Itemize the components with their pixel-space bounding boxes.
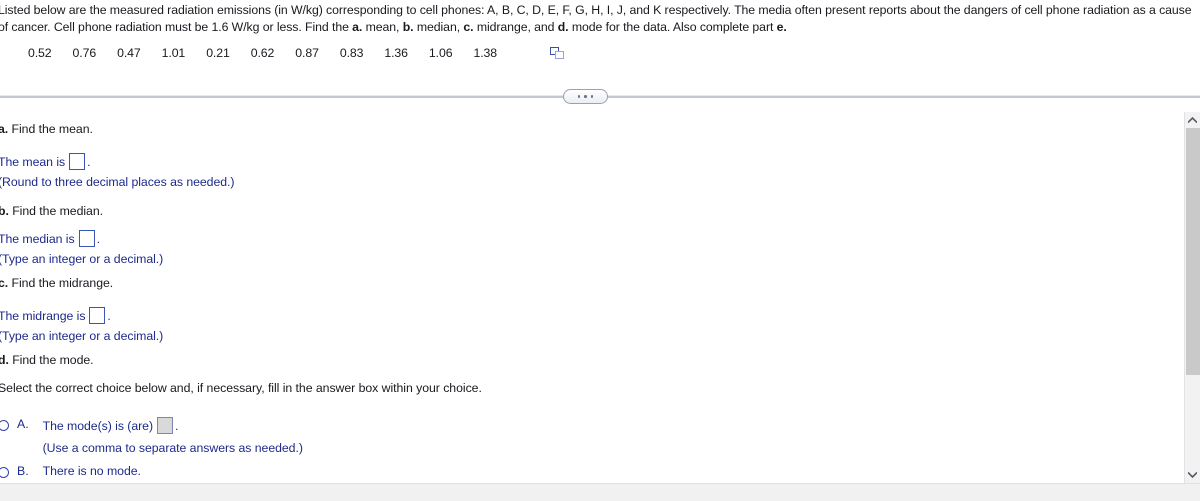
part-e-marker: e. [776, 20, 787, 34]
answer-c-suffix: . [107, 308, 111, 323]
data-value: 0.47 [117, 46, 141, 60]
question-c-prompt: c. Find the midrange. [0, 276, 113, 290]
choice-a-suffix: . [175, 418, 179, 433]
question-pane: a. Find the mean. The mean is . (Round t… [0, 112, 1180, 483]
data-value: 1.06 [428, 46, 453, 60]
answer-c-line: The midrange is . [0, 307, 163, 324]
answer-b-block: The median is . (Type an integer or a de… [0, 230, 163, 266]
problem-header: Listed below are the measured radiation … [0, 0, 1194, 36]
answer-a-block: The mean is . (Round to three decimal pl… [0, 153, 235, 189]
part-d-marker: d. [557, 20, 569, 34]
question-d-text: Find the mode. [8, 353, 94, 367]
chevron-up-icon[interactable] [1185, 112, 1200, 128]
copy-icon-front-square [555, 50, 565, 59]
data-value: 1.36 [384, 46, 408, 60]
section-divider [0, 88, 1200, 108]
answer-b-hint: (Type an integer or a decimal.) [0, 252, 164, 266]
question-b-label: b. [0, 204, 9, 218]
question-b-prompt: b. Find the median. [0, 204, 103, 218]
problem-statement: Listed below are the measured radiation … [0, 2, 1194, 36]
part-d-text: mode for the data. Also complete part [568, 20, 777, 34]
handle-dot [577, 95, 581, 98]
question-a-block: a. Find the mean. [0, 122, 93, 136]
question-b-block: b. Find the median. [0, 204, 103, 218]
handle-dot [590, 95, 594, 98]
question-c-text: Find the midrange. [8, 276, 114, 290]
part-c-text: midrange, and [473, 20, 558, 34]
chevron-down-icon[interactable] [1185, 467, 1200, 483]
choice-b-text: There is no mode. [42, 464, 141, 478]
question-d-instruction-block: Select the correct choice below and, if … [0, 381, 482, 395]
answer-b-line: The median is . [0, 230, 163, 247]
drag-handle-dots-icon[interactable] [563, 89, 608, 104]
choice-a-subtext: (Use a comma to separate answers as need… [42, 441, 303, 455]
question-d-instruction: Select the correct choice below and, if … [0, 381, 482, 395]
question-c-block: c. Find the midrange. [0, 276, 113, 290]
median-answer-input[interactable] [78, 230, 95, 247]
mode-answer-input[interactable] [157, 417, 174, 434]
question-d-block: d. Find the mode. [0, 353, 94, 367]
data-value: 0.62 [250, 46, 275, 60]
data-value: 0.87 [295, 46, 319, 60]
data-values-row: 0.52 0.76 0.47 1.01 0.21 0.62 0.87 0.83 … [28, 46, 565, 60]
data-value: 1.01 [161, 46, 186, 60]
choice-a-prefix: The mode(s) is (are) [42, 418, 154, 433]
vertical-scrollbar[interactable] [1184, 112, 1200, 483]
answer-a-prefix: The mean is [0, 154, 66, 169]
handle-dot [584, 95, 587, 98]
scrollbar-thumb[interactable] [1186, 128, 1200, 375]
choice-letter-a: A. [17, 417, 29, 431]
radio-button-b[interactable] [0, 467, 9, 478]
answer-a-line: The mean is . [0, 153, 234, 170]
choice-a-text: The mode(s) is (are) . [43, 417, 303, 434]
question-b-text: Find the median. [8, 204, 103, 218]
radio-button-a[interactable] [0, 420, 9, 431]
question-a-text: Find the mean. [8, 122, 93, 136]
answer-b-suffix: . [96, 231, 100, 246]
answer-c-block: The midrange is . (Type an integer or a … [0, 307, 163, 343]
choice-letter-b: B. [17, 464, 29, 478]
part-a-marker: a. [352, 20, 363, 34]
data-value: 0.76 [72, 46, 97, 60]
answer-a-suffix: . [87, 154, 91, 169]
part-b-marker: b. [402, 20, 414, 34]
answer-a-hint: (Round to three decimal places as needed… [0, 175, 235, 189]
answer-c-prefix: The midrange is [0, 308, 86, 323]
data-value: 0.83 [339, 46, 364, 60]
data-value: 0.21 [206, 46, 230, 60]
mean-answer-input[interactable] [69, 153, 86, 170]
data-value: 1.38 [473, 46, 498, 60]
choice-body-b: There is no mode. [43, 464, 141, 478]
question-d-label: d. [0, 353, 9, 367]
midrange-answer-input[interactable] [89, 307, 106, 324]
choice-body-a: The mode(s) is (are) . (Use a comma to s… [43, 417, 303, 455]
answer-c-hint: (Type an integer or a decimal.) [0, 329, 164, 343]
question-a-prompt: a. Find the mean. [0, 122, 93, 136]
part-c-marker: c. [463, 20, 474, 34]
question-a-label: a. [0, 122, 9, 136]
data-value: 0.52 [28, 46, 52, 60]
part-a-text: mean, [362, 20, 403, 34]
choice-row-a[interactable]: A. The mode(s) is (are) . (Use a comma t… [0, 417, 303, 455]
footer-bar [0, 483, 1200, 501]
part-b-text: median, [413, 20, 464, 34]
copy-icon[interactable] [550, 46, 565, 60]
question-c-label: c. [0, 276, 9, 290]
question-d-prompt: d. Find the mode. [0, 353, 94, 367]
answer-b-prefix: The median is [0, 231, 75, 246]
choice-row-b[interactable]: B. There is no mode. [0, 464, 141, 478]
